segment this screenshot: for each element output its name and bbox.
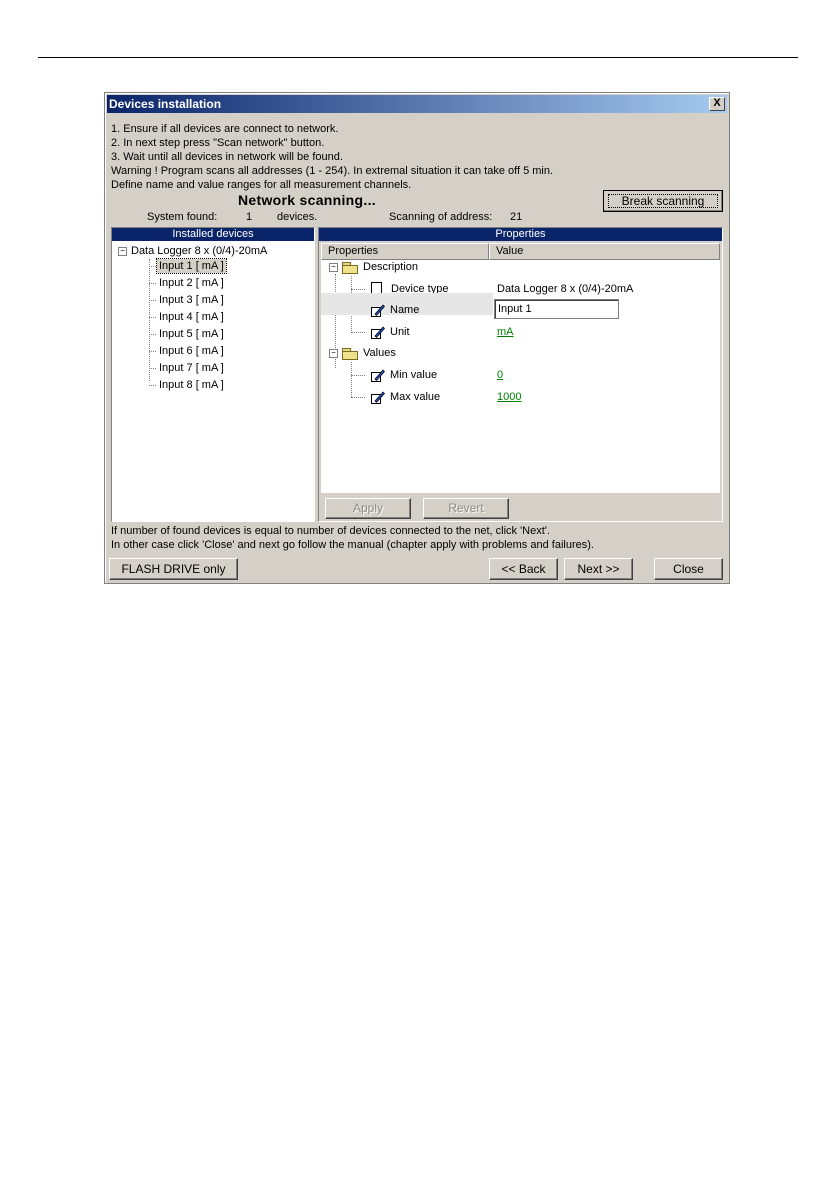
- tree-item-input-2[interactable]: Input 2 [ mA ]: [157, 276, 226, 290]
- column-header-value[interactable]: Value: [489, 243, 720, 260]
- folder-icon: [342, 347, 358, 360]
- tree-item-input-4[interactable]: Input 4 [ mA ]: [157, 310, 226, 324]
- properties-panel: Properties Properties Value − Description…: [318, 227, 723, 522]
- tree-line: [149, 351, 156, 352]
- tree-line: [149, 259, 150, 381]
- unit-value-link[interactable]: mA: [497, 325, 514, 339]
- tree-item-input-7[interactable]: Input 7 [ mA ]: [157, 361, 226, 375]
- footer-line: If number of found devices is equal to n…: [111, 525, 550, 537]
- edit-pen-icon: [371, 391, 385, 404]
- scanning-address-label: Scanning of address:: [389, 211, 493, 223]
- instructions: 1. Ensure if all devices are connect to …: [111, 122, 711, 192]
- system-found-unit: devices.: [277, 211, 318, 223]
- max-value-row[interactable]: Max value: [371, 390, 440, 404]
- tree-item-input-5[interactable]: Input 5 [ mA ]: [157, 327, 226, 341]
- values-group[interactable]: − Values: [329, 346, 396, 360]
- system-found-label: System found:: [147, 211, 218, 223]
- collapse-icon[interactable]: −: [329, 348, 338, 358]
- footer-line: In other case click 'Close' and next go …: [111, 539, 594, 551]
- description-group[interactable]: − Description: [329, 260, 418, 274]
- tree-line: [351, 375, 365, 376]
- properties-column-headers: Properties Value: [321, 243, 720, 260]
- unit-row[interactable]: Unit: [371, 325, 410, 339]
- tree-line: [149, 300, 156, 301]
- values-group-label: Values: [363, 347, 396, 359]
- edit-pen-icon: [371, 369, 385, 382]
- close-button[interactable]: Close: [654, 558, 723, 580]
- name-row[interactable]: Name: [371, 303, 419, 317]
- close-window-button[interactable]: X: [709, 97, 725, 111]
- installed-devices-panel: Installed devices − Data Logger 8 x (0/4)…: [111, 227, 315, 522]
- min-value-row[interactable]: Min value: [371, 368, 437, 382]
- tree-root-device[interactable]: − Data Logger 8 x (0/4)-20mA: [118, 244, 267, 258]
- tree-line: [149, 317, 156, 318]
- tree-line: [149, 334, 156, 335]
- tree-item-input-8[interactable]: Input 8 [ mA ]: [157, 378, 226, 392]
- back-button[interactable]: << Back: [489, 558, 558, 580]
- device-type-value: Data Logger 8 x (0/4)-20mA: [497, 283, 634, 295]
- break-scanning-label: Break scanning: [608, 194, 718, 208]
- max-value-label: Max value: [390, 391, 441, 403]
- collapse-icon[interactable]: −: [329, 262, 338, 272]
- tree-line: [149, 385, 156, 386]
- installed-devices-header: Installed devices: [112, 228, 314, 241]
- column-header-properties[interactable]: Properties: [321, 243, 489, 260]
- instruction-line: 3. Wait until all devices in network wil…: [111, 151, 343, 163]
- tree-line: [351, 397, 365, 398]
- break-scanning-button[interactable]: Break scanning: [603, 190, 723, 212]
- edit-pen-icon: [371, 304, 385, 317]
- tree-item-input-6[interactable]: Input 6 [ mA ]: [157, 344, 226, 358]
- unit-label: Unit: [390, 326, 410, 338]
- tree-item-input-3[interactable]: Input 3 [ mA ]: [157, 293, 226, 307]
- instruction-line: Warning ! Program scans all addresses (1…: [111, 165, 554, 177]
- title-bar: Devices installation X: [107, 95, 727, 113]
- instruction-line: 2. In next step press "Scan network" but…: [111, 137, 325, 149]
- footer-instructions: If number of found devices is equal to n…: [111, 524, 594, 552]
- scanning-address-value: 21: [510, 211, 523, 223]
- tree-line: [149, 266, 156, 267]
- collapse-icon[interactable]: −: [118, 246, 127, 256]
- max-value-link[interactable]: 1000: [497, 390, 521, 404]
- page-header-rule: [38, 57, 798, 58]
- instruction-line: 1. Ensure if all devices are connect to …: [111, 123, 339, 135]
- devices-installation-dialog: Devices installation X 1. Ensure if all …: [104, 92, 730, 584]
- name-field[interactable]: [494, 299, 619, 319]
- next-button[interactable]: Next >>: [564, 558, 633, 580]
- apply-button[interactable]: Apply: [325, 498, 411, 519]
- folder-icon: [342, 261, 358, 274]
- tree-line: [149, 368, 156, 369]
- name-label: Name: [390, 304, 420, 316]
- tree-item-input-1[interactable]: Input 1 [ mA ]: [156, 258, 227, 274]
- tree-line: [351, 289, 365, 290]
- tree-line: [351, 362, 352, 397]
- tree-line: [351, 332, 365, 333]
- window-title: Devices installation: [109, 97, 222, 111]
- system-found-count: 1: [246, 211, 253, 223]
- close-icon: X: [713, 97, 721, 109]
- description-group-label: Description: [363, 261, 419, 273]
- min-value-link[interactable]: 0: [497, 368, 503, 382]
- tree-root-label: Data Logger 8 x (0/4)-20mA: [131, 245, 268, 257]
- min-value-label: Min value: [390, 369, 438, 381]
- edit-pen-icon: [371, 326, 385, 339]
- flash-drive-only-button[interactable]: FLASH DRIVE only: [109, 558, 238, 580]
- tree-line: [149, 283, 156, 284]
- scan-status: Network scanning...: [238, 192, 376, 208]
- properties-header: Properties: [319, 228, 722, 241]
- properties-grid: Properties Value − Description Device typ…: [321, 243, 720, 493]
- revert-button[interactable]: Revert: [423, 498, 509, 519]
